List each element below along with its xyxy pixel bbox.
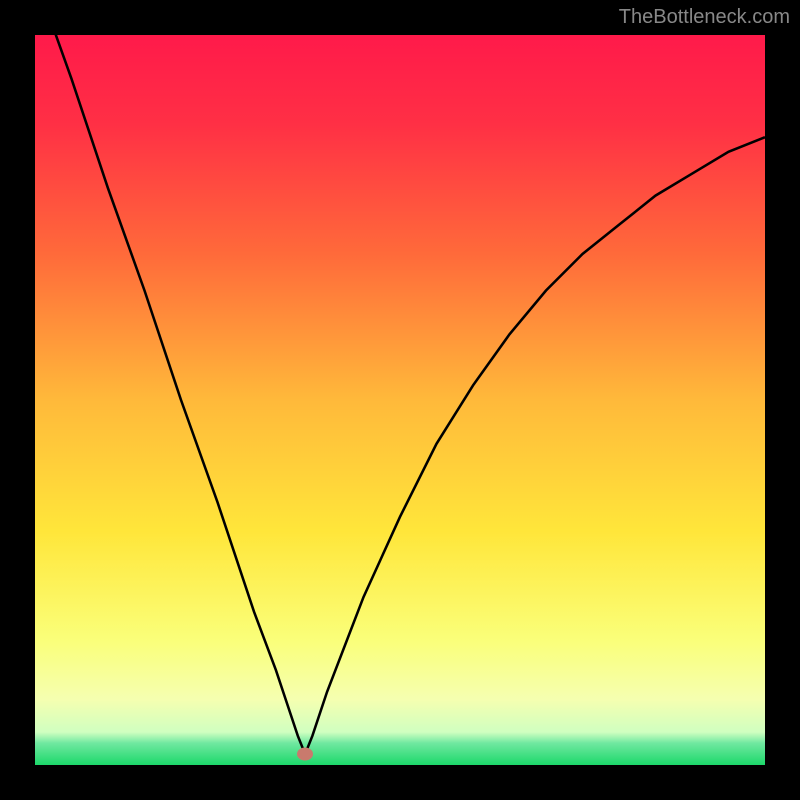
bottleneck-curve [35, 35, 765, 765]
chart-frame: TheBottleneck.com [0, 0, 800, 800]
watermark-text: TheBottleneck.com [619, 6, 790, 29]
minimum-marker [297, 748, 313, 761]
plot-area [35, 35, 765, 765]
